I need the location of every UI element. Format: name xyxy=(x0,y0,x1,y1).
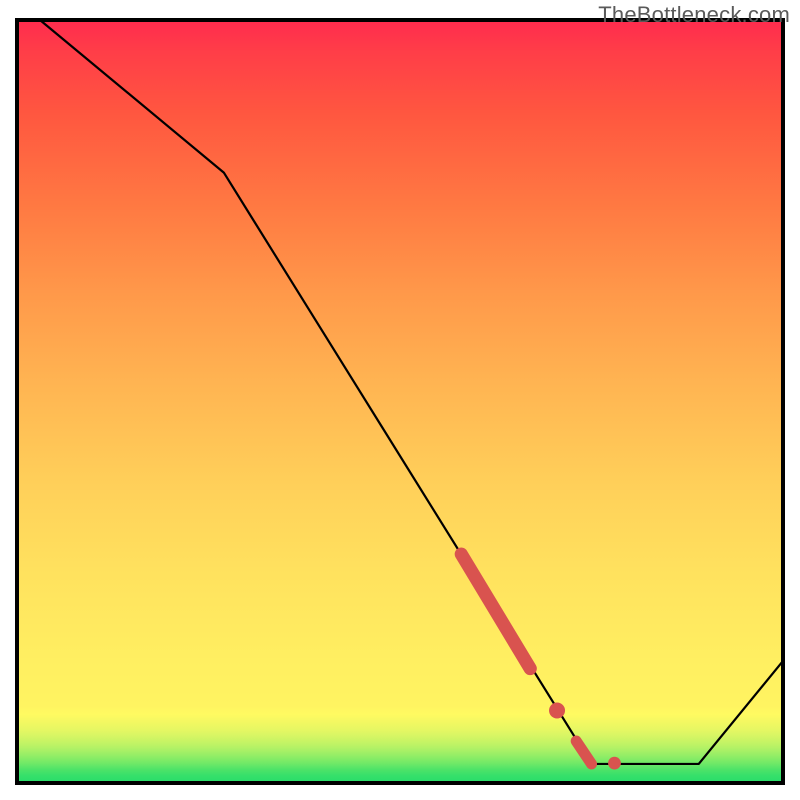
highlight-dot-3 xyxy=(608,757,621,770)
bottleneck-chart xyxy=(0,0,800,800)
chart-container: TheBottleneck.com xyxy=(0,0,800,800)
watermark-text: TheBottleneck.com xyxy=(598,2,790,28)
heatmap-background xyxy=(17,20,783,783)
highlight-dot-1 xyxy=(549,703,565,719)
